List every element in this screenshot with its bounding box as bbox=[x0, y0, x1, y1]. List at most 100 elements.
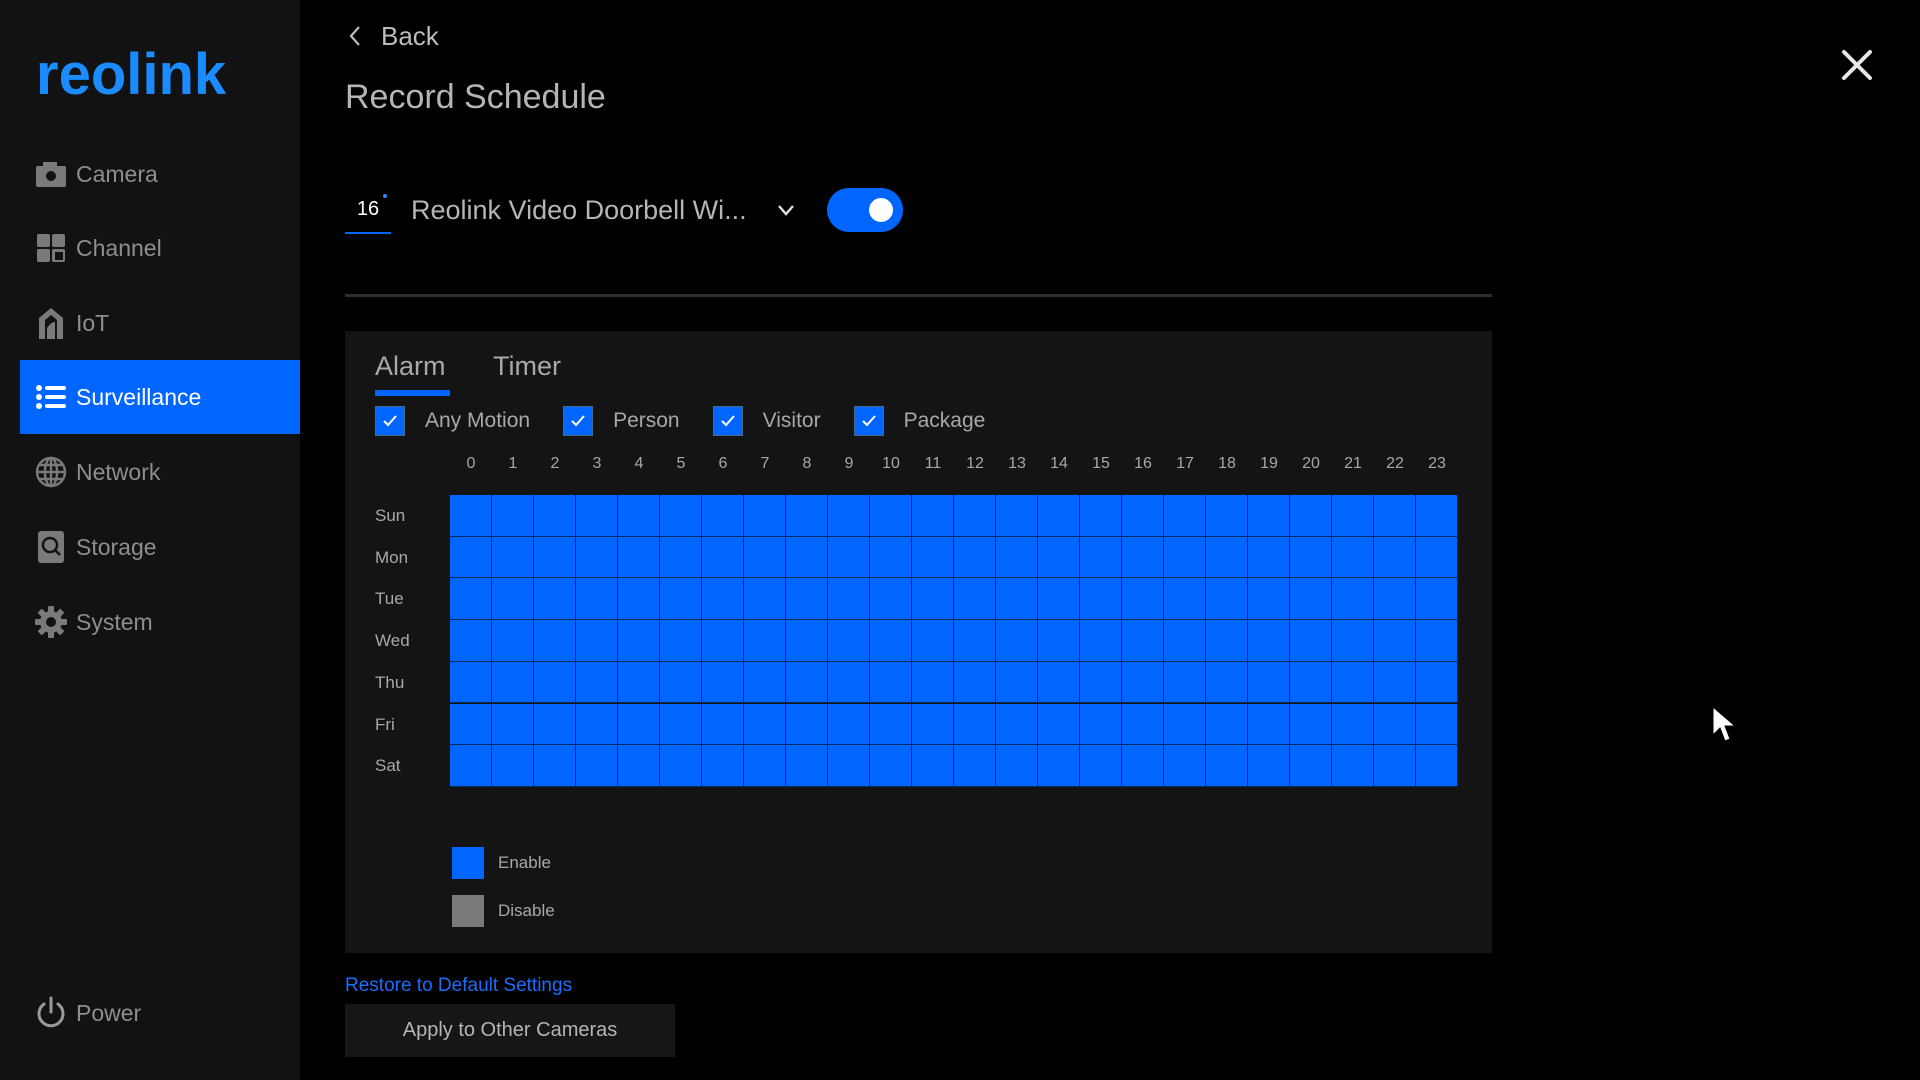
power-button[interactable]: Power bbox=[20, 976, 300, 1050]
schedule-cell[interactable] bbox=[576, 536, 618, 579]
schedule-cell[interactable] bbox=[954, 661, 996, 704]
schedule-cell[interactable] bbox=[1122, 536, 1164, 579]
schedule-cell[interactable] bbox=[744, 495, 786, 537]
schedule-cell[interactable] bbox=[576, 578, 618, 621]
schedule-cell[interactable] bbox=[1248, 620, 1290, 662]
schedule-cell[interactable] bbox=[1416, 661, 1458, 704]
schedule-cell[interactable] bbox=[996, 536, 1038, 579]
schedule-cell[interactable] bbox=[1248, 745, 1290, 787]
schedule-cell[interactable] bbox=[576, 703, 618, 746]
schedule-cell[interactable] bbox=[828, 703, 870, 746]
schedule-cell[interactable] bbox=[870, 745, 912, 787]
schedule-cell[interactable] bbox=[450, 536, 492, 579]
schedule-cell[interactable] bbox=[1080, 745, 1122, 787]
schedule-cell[interactable] bbox=[1332, 536, 1374, 579]
channel-dropdown[interactable]: Reolink Video Doorbell Wi... bbox=[411, 195, 747, 226]
schedule-cell[interactable] bbox=[492, 620, 534, 662]
tab-alarm[interactable]: Alarm bbox=[375, 351, 446, 382]
schedule-cell[interactable] bbox=[1332, 495, 1374, 537]
schedule-cell[interactable] bbox=[1416, 495, 1458, 537]
chevron-down-icon[interactable] bbox=[775, 199, 797, 221]
schedule-cell[interactable] bbox=[1080, 578, 1122, 621]
schedule-cell[interactable] bbox=[1290, 745, 1332, 787]
schedule-cell[interactable] bbox=[450, 661, 492, 704]
schedule-cell[interactable] bbox=[576, 495, 618, 537]
sidebar-item-channel[interactable]: Channel bbox=[20, 211, 300, 285]
schedule-cell[interactable] bbox=[1038, 536, 1080, 579]
back-button[interactable]: Back bbox=[345, 16, 439, 56]
schedule-cell[interactable] bbox=[828, 620, 870, 662]
schedule-cell[interactable] bbox=[786, 495, 828, 537]
schedule-cell[interactable] bbox=[1038, 745, 1080, 787]
schedule-cell[interactable] bbox=[1332, 703, 1374, 746]
schedule-cell[interactable] bbox=[954, 620, 996, 662]
schedule-cell[interactable] bbox=[954, 495, 996, 537]
schedule-enable-toggle[interactable] bbox=[826, 188, 903, 232]
schedule-cell[interactable] bbox=[828, 578, 870, 621]
schedule-cell[interactable] bbox=[828, 661, 870, 704]
sidebar-item-camera[interactable]: Camera bbox=[20, 137, 300, 211]
schedule-cell[interactable] bbox=[1080, 703, 1122, 746]
sidebar-item-system[interactable]: System bbox=[20, 585, 300, 659]
schedule-cell[interactable] bbox=[1374, 495, 1416, 537]
tab-timer[interactable]: Timer bbox=[493, 351, 561, 382]
schedule-cell[interactable] bbox=[1080, 661, 1122, 704]
schedule-cell[interactable] bbox=[450, 703, 492, 746]
schedule-cell[interactable] bbox=[1416, 578, 1458, 621]
schedule-cell[interactable] bbox=[1248, 536, 1290, 579]
schedule-cell[interactable] bbox=[450, 745, 492, 787]
schedule-cell[interactable] bbox=[954, 536, 996, 579]
schedule-cell[interactable] bbox=[912, 703, 954, 746]
schedule-cell[interactable] bbox=[492, 661, 534, 704]
schedule-cell[interactable] bbox=[534, 703, 576, 746]
sidebar-item-storage[interactable]: Storage bbox=[20, 510, 300, 584]
schedule-cell[interactable] bbox=[870, 703, 912, 746]
schedule-cell[interactable] bbox=[1248, 703, 1290, 746]
schedule-cell[interactable] bbox=[534, 745, 576, 787]
schedule-cell[interactable] bbox=[1248, 495, 1290, 537]
schedule-cell[interactable] bbox=[744, 578, 786, 621]
schedule-cell[interactable] bbox=[912, 495, 954, 537]
schedule-cell[interactable] bbox=[1122, 495, 1164, 537]
schedule-cell[interactable] bbox=[1164, 661, 1206, 704]
sidebar-item-network[interactable]: Network bbox=[20, 435, 300, 509]
schedule-cell[interactable] bbox=[870, 536, 912, 579]
schedule-cell[interactable] bbox=[450, 578, 492, 621]
apply-to-other-cameras-button[interactable]: Apply to Other Cameras bbox=[345, 1004, 675, 1057]
schedule-cell[interactable] bbox=[954, 578, 996, 621]
schedule-cell[interactable] bbox=[912, 578, 954, 621]
schedule-cell[interactable] bbox=[660, 620, 702, 662]
schedule-cell[interactable] bbox=[1374, 578, 1416, 621]
schedule-cell[interactable] bbox=[1416, 620, 1458, 662]
schedule-cell[interactable] bbox=[744, 620, 786, 662]
schedule-cell[interactable] bbox=[618, 620, 660, 662]
schedule-cell[interactable] bbox=[660, 661, 702, 704]
schedule-cell[interactable] bbox=[912, 661, 954, 704]
schedule-cell[interactable] bbox=[1164, 536, 1206, 579]
checkbox-person[interactable]: Person bbox=[563, 406, 680, 436]
schedule-cell[interactable] bbox=[1164, 745, 1206, 787]
schedule-cell[interactable] bbox=[1416, 745, 1458, 787]
schedule-cell[interactable] bbox=[1122, 745, 1164, 787]
schedule-cell[interactable] bbox=[996, 620, 1038, 662]
schedule-cell[interactable] bbox=[1122, 703, 1164, 746]
schedule-cell[interactable] bbox=[870, 495, 912, 537]
schedule-cell[interactable] bbox=[1374, 536, 1416, 579]
schedule-cell[interactable] bbox=[450, 620, 492, 662]
schedule-cell[interactable] bbox=[1416, 536, 1458, 579]
checkbox-any-motion[interactable]: Any Motion bbox=[375, 406, 530, 436]
schedule-cell[interactable] bbox=[786, 578, 828, 621]
schedule-cell[interactable] bbox=[1206, 620, 1248, 662]
schedule-cell[interactable] bbox=[618, 536, 660, 579]
schedule-cell[interactable] bbox=[1290, 578, 1332, 621]
schedule-cell[interactable] bbox=[618, 661, 660, 704]
schedule-cell[interactable] bbox=[534, 661, 576, 704]
schedule-cell[interactable] bbox=[1164, 703, 1206, 746]
schedule-cell[interactable] bbox=[1038, 661, 1080, 704]
schedule-cell[interactable] bbox=[1164, 620, 1206, 662]
schedule-cell[interactable] bbox=[576, 661, 618, 704]
schedule-cell[interactable] bbox=[1038, 620, 1080, 662]
schedule-cell[interactable] bbox=[492, 745, 534, 787]
schedule-cell[interactable] bbox=[702, 745, 744, 787]
schedule-cell[interactable] bbox=[492, 495, 534, 537]
